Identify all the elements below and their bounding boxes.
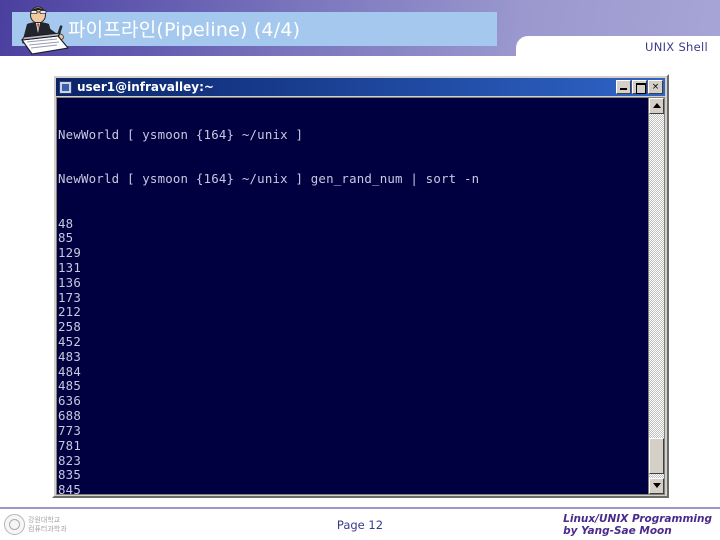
terminal-output-line: 781	[58, 437, 81, 453]
maximize-button[interactable]	[632, 80, 647, 94]
topic-label: UNIX Shell	[645, 40, 708, 54]
scroll-down-arrow-icon[interactable]	[649, 478, 664, 494]
terminal-output-line: 258	[58, 319, 81, 335]
terminal-output-line: 773	[58, 422, 81, 438]
terminal-output-line: 452	[58, 334, 81, 349]
terminal-output-line: 136	[58, 274, 81, 290]
terminal-output-line: 129	[58, 245, 81, 261]
credit-title: Linux/UNIX Programming	[563, 513, 712, 525]
terminal-output-line: 85	[58, 230, 74, 246]
scroll-up-arrow-icon[interactable]	[649, 98, 664, 114]
scrollbar-thumb[interactable]	[649, 438, 664, 474]
terminal-window-icon	[59, 80, 72, 94]
credit-author: by Yang-Sae Moon	[563, 525, 672, 537]
terminal-body: NewWorld [ ysmoon {164} ~/unix ] NewWorl…	[56, 97, 665, 495]
terminal-screen[interactable]: NewWorld [ ysmoon {164} ~/unix ] NewWorl…	[57, 98, 648, 494]
terminal-output-line: 483	[58, 348, 81, 364]
terminal-output-line: 485	[58, 378, 81, 394]
terminal-output-line: 173	[58, 289, 81, 305]
terminal-output-line: 688	[58, 408, 81, 424]
person-writing-icon	[21, 6, 70, 55]
terminal-title-text: user1@infravalley:~	[77, 80, 214, 94]
terminal-output: 48 85 129 131 136 173 212 258 452 483 484 485 636 688…	[58, 215, 648, 494]
terminal-output-line: 48	[58, 215, 74, 231]
slide: UNIX Shell 파이프라인(Pipeline) (4/4) user1@i…	[0, 0, 720, 540]
terminal-output-line: 823	[58, 452, 81, 468]
terminal-output-line: 131	[58, 259, 81, 275]
terminal-output-line: 636	[58, 393, 81, 409]
footer-credit: Linux/UNIX Programming by Yang-Sae Moon	[563, 513, 712, 537]
close-button[interactable]: ×	[648, 80, 663, 94]
page-title: 파이프라인(Pipeline) (4/4)	[68, 19, 301, 41]
slide-footer: 강원대학교 컴퓨터과학과 Page 12 Linux/UNIX Programm…	[0, 509, 720, 540]
minimize-button[interactable]	[616, 80, 631, 94]
terminal-window: user1@infravalley:~ × NewWorld [ ysmoon …	[52, 74, 669, 498]
terminal-line: NewWorld [ ysmoon {164} ~/unix ]	[58, 126, 304, 142]
terminal-output-line: 845	[58, 482, 81, 494]
terminal-output-line: 212	[58, 304, 81, 320]
terminal-line: NewWorld [ ysmoon {164} ~/unix ] gen_ran…	[58, 171, 480, 187]
terminal-scrollbar[interactable]	[648, 98, 664, 494]
terminal-output-line: 835	[58, 467, 81, 483]
scrollbar-track[interactable]	[649, 114, 664, 478]
terminal-titlebar[interactable]: user1@infravalley:~ ×	[56, 78, 665, 96]
terminal-output-line: 484	[58, 363, 81, 379]
